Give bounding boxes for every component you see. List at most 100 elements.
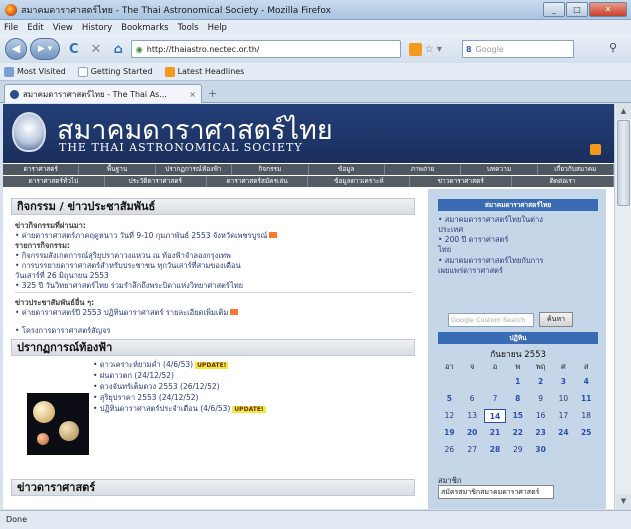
calendar-day: 9 bbox=[538, 394, 543, 403]
menu-help[interactable]: Help bbox=[208, 23, 227, 33]
nav-item[interactable]: ภาพถ่าย bbox=[385, 164, 462, 175]
scroll-down-icon[interactable]: ▼ bbox=[616, 494, 631, 509]
stop-icon[interactable]: ✕ bbox=[91, 42, 102, 57]
rss-icon[interactable] bbox=[590, 144, 601, 155]
close-window-button[interactable]: ✕ bbox=[589, 2, 627, 17]
scroll-thumb[interactable] bbox=[617, 120, 630, 206]
calendar-day[interactable]: 22 bbox=[506, 426, 529, 440]
nav-item[interactable]: ปรากฏการณ์ท้องฟ้า bbox=[156, 164, 233, 175]
rss-feed-icon[interactable] bbox=[408, 42, 422, 56]
nav-item[interactable]: พื้นฐาน bbox=[79, 164, 156, 175]
nav-item[interactable]: บทความ bbox=[461, 164, 538, 175]
bookmark-getting-started[interactable]: Getting Started bbox=[77, 66, 153, 77]
nav-item[interactable]: ข้อมูล bbox=[309, 164, 385, 175]
nav-item[interactable]: ติดต่อเรา bbox=[512, 176, 614, 187]
calendar-day[interactable]: 24 bbox=[552, 426, 575, 440]
calendar-day[interactable]: 1 bbox=[506, 375, 529, 389]
nav-item[interactable]: เกี่ยวกับสมาคม bbox=[538, 164, 614, 175]
activities-heading: กิจกรรม / ข่าวประชาสัมพันธ์ bbox=[11, 198, 415, 215]
calendar-day: 10 bbox=[558, 394, 569, 403]
nav-item[interactable]: ดาราศาสตร์สมัครเล่น bbox=[207, 176, 309, 187]
nav-item[interactable]: ข่าวดาราศาสตร์ bbox=[410, 176, 513, 187]
calendar-day[interactable]: 2 bbox=[529, 375, 552, 389]
nav-item[interactable]: กิจกรรม bbox=[232, 164, 309, 175]
maximize-button[interactable]: □ bbox=[566, 2, 588, 17]
activity-link[interactable]: • โครงการดาราศาสตร์สัญจร bbox=[15, 325, 111, 337]
globe-icon: ◉ bbox=[135, 44, 143, 54]
calendar-day: 26 bbox=[444, 445, 455, 454]
home-icon[interactable]: ⌂ bbox=[113, 42, 122, 57]
activity-link[interactable]: • ค่ายดาราศาสตร์ปี 2553 ปฏิทินดาราศาสตร์… bbox=[15, 307, 239, 319]
nav-item[interactable]: ดาราศาสตร์ทั่วไป bbox=[3, 176, 105, 187]
firefox-logo-icon bbox=[5, 3, 17, 16]
planets-heading: ปรากฏการณ์ท้องฟ้า bbox=[11, 339, 415, 356]
site-header: สมาคมดาราศาสตร์ไทย THE THAI ASTRONOMICAL… bbox=[3, 104, 614, 163]
tab-close-icon[interactable]: × bbox=[189, 90, 196, 99]
page-content: สมาคมดาราศาสตร์ไทย THE THAI ASTRONOMICAL… bbox=[3, 104, 614, 509]
tab-favicon-icon bbox=[10, 89, 19, 99]
vertical-scrollbar[interactable]: ▲ ▼ bbox=[614, 104, 631, 509]
planet-link[interactable]: • ปฏิทินดาราศาสตร์ประจำเดือน (4/6/53) UPD… bbox=[93, 403, 266, 415]
bookmark-latest-headlines[interactable]: Latest Headlines bbox=[164, 66, 245, 77]
member-field[interactable]: สมัครสมาชิกสมาคมดาราศาสตร์ bbox=[438, 485, 554, 499]
menu-bar: File Edit View History Bookmarks Tools H… bbox=[0, 20, 631, 35]
bookmark-star-icon[interactable]: ☆ ▾ bbox=[425, 44, 442, 55]
nav-item[interactable]: ประวัติดาราศาสตร์ bbox=[105, 176, 207, 187]
tab-active[interactable]: สมาคมดาราศาสตร์ไทย - The Thai As... × bbox=[4, 84, 202, 103]
calendar-day[interactable]: 20 bbox=[461, 426, 484, 440]
title-bar: สมาคมดาราศาสตร์ไทย - The Thai Astronomic… bbox=[0, 0, 631, 20]
nav-item[interactable]: ข้อมูลดาวเคราะห์ bbox=[308, 176, 411, 187]
planets-image bbox=[27, 393, 89, 455]
calendar-day[interactable]: 11 bbox=[575, 392, 598, 406]
url-bar[interactable]: ◉ http://thaiastro.nectec.or.th/ bbox=[130, 40, 401, 58]
status-bar: Done bbox=[0, 510, 631, 529]
calendar-weekday: อ bbox=[492, 362, 498, 371]
update-badge: UPDATE! bbox=[195, 362, 229, 369]
menu-file[interactable]: File bbox=[4, 23, 18, 33]
menu-tools[interactable]: Tools bbox=[178, 23, 199, 33]
back-button[interactable]: ◀ bbox=[5, 38, 27, 60]
calendar-day[interactable]: 8 bbox=[506, 392, 529, 406]
rss-icon bbox=[164, 66, 175, 77]
calendar-day[interactable]: 23 bbox=[529, 426, 552, 440]
menu-view[interactable]: View bbox=[53, 23, 73, 33]
menu-edit[interactable]: Edit bbox=[27, 23, 43, 33]
minimize-button[interactable]: _ bbox=[543, 2, 565, 17]
scroll-up-icon[interactable]: ▲ bbox=[616, 104, 631, 119]
sidebar-link[interactable]: เผยแพร่ดาราศาสตร์ bbox=[438, 265, 503, 277]
calendar-day[interactable]: 30 bbox=[529, 443, 552, 457]
nav-item[interactable]: ดาราศาสตร์ bbox=[3, 164, 80, 175]
calendar-day bbox=[461, 375, 484, 389]
most-visited-icon bbox=[4, 66, 14, 77]
menu-history[interactable]: History bbox=[82, 23, 112, 33]
bookmark-label: Most Visited bbox=[17, 67, 66, 76]
menu-bookmarks[interactable]: Bookmarks bbox=[121, 23, 169, 33]
forward-button[interactable]: ▶ ▾ bbox=[30, 38, 60, 60]
calendar-day bbox=[438, 375, 461, 389]
calendar-day[interactable]: 5 bbox=[438, 392, 461, 406]
calendar-day[interactable]: 3 bbox=[552, 375, 575, 389]
search-magnifier-icon[interactable]: ⚲ bbox=[609, 41, 617, 54]
bookmark-most-visited[interactable]: Most Visited bbox=[4, 66, 66, 77]
calendar-day[interactable]: 4 bbox=[575, 375, 598, 389]
tab-bar: สมาคมดาราศาสตร์ไทย - The Thai As... × + bbox=[0, 81, 631, 103]
calendar-day[interactable]: 21 bbox=[484, 426, 507, 440]
calendar-day: 6 bbox=[469, 394, 475, 403]
google-icon: 8 bbox=[465, 44, 472, 54]
new-badge-icon bbox=[269, 232, 278, 238]
activity-link[interactable]: • 325 ปี วันวิทยาศาสตร์ไทย ร่วมรำลึกถึงพ… bbox=[15, 280, 243, 292]
bookmark-label: Latest Headlines bbox=[177, 67, 245, 76]
tab-label: สมาคมดาราศาสตร์ไทย - The Thai As... bbox=[23, 89, 167, 99]
reload-icon[interactable]: C bbox=[69, 42, 79, 57]
new-tab-button[interactable]: + bbox=[208, 87, 217, 100]
page-icon bbox=[77, 66, 88, 77]
calendar-day[interactable]: 28 bbox=[484, 443, 507, 457]
calendar-day[interactable]: 15 bbox=[506, 409, 529, 423]
site-search-button[interactable]: ค้นหา bbox=[539, 312, 573, 327]
calendar-week: 26 27 28 29 30 bbox=[438, 443, 598, 457]
search-input[interactable]: 8 Google bbox=[461, 40, 574, 58]
calendar-day[interactable]: 19 bbox=[438, 426, 461, 440]
site-title-english: THE THAI ASTRONOMICAL SOCIETY bbox=[59, 141, 303, 154]
calendar-day[interactable]: 25 bbox=[575, 426, 598, 440]
site-search-input[interactable]: Google Custom Search bbox=[448, 313, 534, 327]
